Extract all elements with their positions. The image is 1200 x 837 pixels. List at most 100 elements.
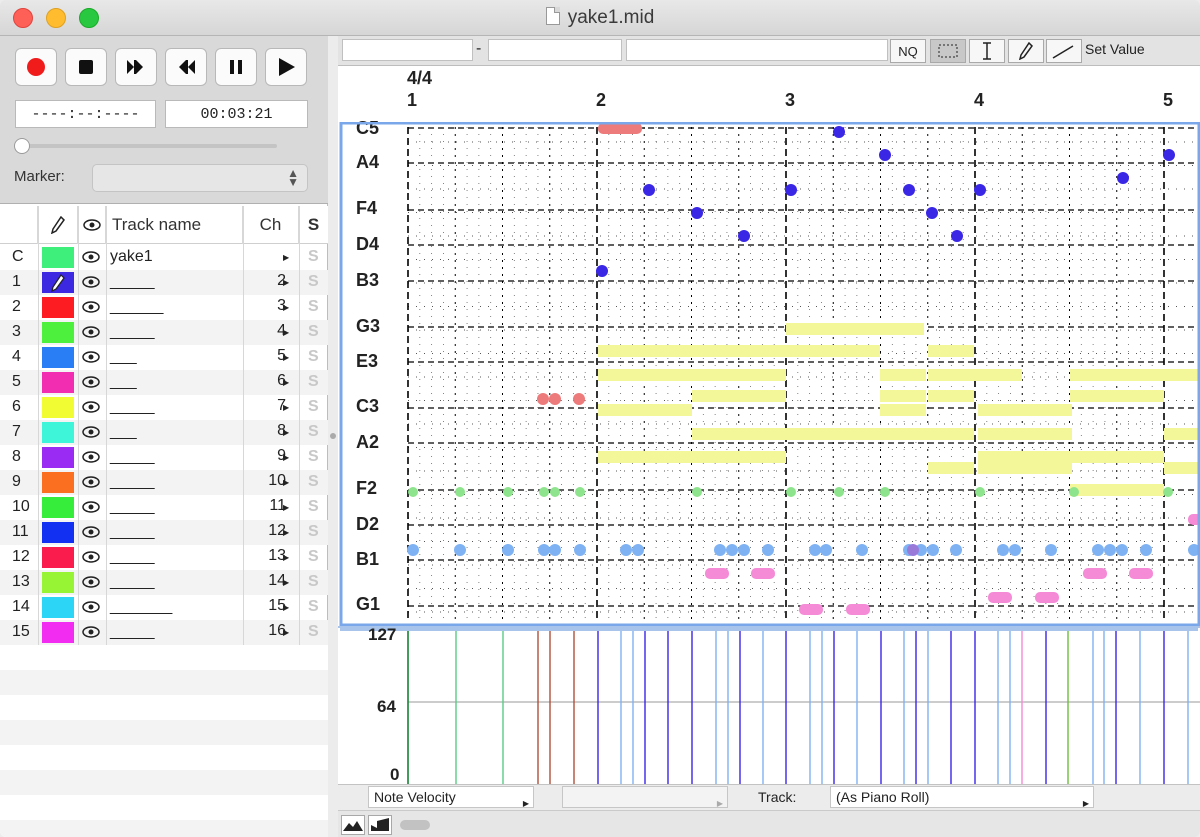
zoom-in-button[interactable] — [341, 815, 365, 835]
note-dot[interactable] — [455, 487, 465, 497]
track-name[interactable]: _____ — [110, 573, 155, 591]
scroll-thumb[interactable] — [400, 820, 430, 830]
note-dot[interactable] — [1045, 544, 1057, 556]
solo-toggle[interactable]: S — [308, 398, 319, 416]
solo-toggle[interactable]: S — [308, 498, 319, 516]
record-button[interactable] — [15, 48, 57, 86]
track-row[interactable]: 11 _____ 12 ▶ S — [0, 520, 328, 545]
track-row[interactable]: 12 _____ 13 ▶ S — [0, 545, 328, 570]
track-name[interactable]: ______ — [110, 298, 163, 316]
solo-toggle[interactable]: S — [308, 573, 319, 591]
ibeam-tool-button[interactable] — [969, 39, 1005, 63]
track-name[interactable]: _____ — [110, 473, 155, 491]
track-channel[interactable]: 15 — [256, 597, 286, 615]
note-dot[interactable] — [408, 487, 418, 497]
note-tool-button[interactable]: NQ — [890, 39, 926, 63]
note-dot[interactable] — [951, 230, 963, 242]
track-channel[interactable]: 3 — [256, 297, 286, 315]
track-name[interactable]: ___ — [110, 423, 137, 441]
note-bar[interactable] — [598, 404, 692, 416]
note-dot[interactable] — [1104, 544, 1116, 556]
note-bar[interactable] — [751, 568, 775, 579]
track-color-swatch[interactable] — [42, 472, 74, 493]
track-row[interactable]: 14 _______ 15 ▶ S — [0, 595, 328, 620]
note-dot[interactable] — [833, 126, 845, 138]
track-row[interactable]: 13 _____ 14 ▶ S — [0, 570, 328, 595]
track-channel[interactable]: 14 — [256, 572, 286, 590]
note-dot[interactable] — [549, 393, 561, 405]
eye-icon[interactable] — [82, 326, 100, 340]
track-color-swatch[interactable] — [42, 397, 74, 418]
note-bar[interactable] — [799, 604, 823, 615]
track-color-swatch[interactable] — [42, 322, 74, 343]
solo-toggle[interactable]: S — [308, 523, 319, 541]
eye-icon[interactable] — [82, 426, 100, 440]
note-dot[interactable] — [550, 487, 560, 497]
eye-icon[interactable] — [82, 576, 100, 590]
track-row[interactable]: 15 _____ 16 ▶ S — [0, 620, 328, 645]
fast-forward-button[interactable] — [115, 48, 157, 86]
note-dot[interactable] — [926, 207, 938, 219]
note-dot[interactable] — [537, 393, 549, 405]
track-channel[interactable]: 8 — [256, 422, 286, 440]
note-dot[interactable] — [714, 544, 726, 556]
play-button[interactable] — [265, 48, 307, 86]
note-dot[interactable] — [538, 544, 550, 556]
note-bar[interactable] — [928, 462, 974, 474]
solo-toggle[interactable]: S — [308, 548, 319, 566]
eye-icon[interactable] — [82, 376, 100, 390]
track-color-swatch[interactable] — [42, 247, 74, 268]
track-name[interactable]: _____ — [110, 523, 155, 541]
note-bar[interactable] — [880, 390, 926, 402]
eye-icon[interactable] — [82, 401, 100, 415]
note-dot[interactable] — [502, 544, 514, 556]
marker-select[interactable]: ▲ ▼ — [92, 164, 308, 192]
velocity-graph[interactable] — [338, 628, 1200, 786]
time-field[interactable]: 00:03:21 — [165, 100, 308, 128]
horizontal-scrollbar[interactable] — [338, 810, 1200, 837]
track-color-swatch[interactable] — [42, 447, 74, 468]
track-channel[interactable]: 2 — [256, 272, 286, 290]
track-row[interactable]: 4 ___ 5 ▶ S — [0, 345, 328, 370]
note-dot[interactable] — [573, 393, 585, 405]
note-dot[interactable] — [539, 487, 549, 497]
note-grid[interactable] — [338, 122, 1200, 626]
note-bar[interactable] — [846, 604, 870, 615]
channel-arrow-icon[interactable]: ▶ — [283, 303, 289, 312]
note-bar[interactable] — [598, 123, 642, 134]
note-dot[interactable] — [785, 184, 797, 196]
solo-toggle[interactable]: S — [308, 423, 319, 441]
note-dot[interactable] — [549, 544, 561, 556]
track-name[interactable]: _____ — [110, 273, 155, 291]
track-color-swatch[interactable] — [42, 372, 74, 393]
channel-arrow-icon[interactable]: ▶ — [283, 378, 289, 387]
range-end-field[interactable] — [488, 39, 622, 61]
channel-arrow-icon[interactable]: ▶ — [283, 603, 289, 612]
channel-arrow-icon[interactable]: ▶ — [283, 553, 289, 562]
track-name[interactable]: _____ — [110, 398, 155, 416]
note-dot[interactable] — [820, 544, 832, 556]
solo-toggle[interactable]: S — [308, 373, 319, 391]
position-slider-knob[interactable] — [14, 138, 30, 154]
header-track-name[interactable]: Track name — [106, 206, 243, 244]
track-color-swatch[interactable] — [42, 622, 74, 643]
track-row[interactable]: 8 _____ 9 ▶ S — [0, 445, 328, 470]
note-dot[interactable] — [927, 544, 939, 556]
note-dot[interactable] — [407, 544, 419, 556]
channel-arrow-icon[interactable]: ▶ — [283, 328, 289, 337]
track-name[interactable]: _____ — [110, 623, 155, 641]
solo-toggle[interactable]: S — [308, 323, 319, 341]
note-bar[interactable] — [1070, 390, 1164, 402]
track-name[interactable]: _______ — [110, 598, 172, 616]
channel-arrow-icon[interactable]: ▶ — [283, 528, 289, 537]
track-name[interactable]: ___ — [110, 373, 137, 391]
channel-arrow-icon[interactable]: ▶ — [283, 278, 289, 287]
note-bar[interactable] — [880, 404, 926, 416]
info-field[interactable] — [626, 39, 888, 61]
note-dot[interactable] — [950, 544, 962, 556]
eye-icon[interactable] — [82, 351, 100, 365]
eye-icon[interactable] — [82, 301, 100, 315]
note-bar[interactable] — [978, 462, 1072, 474]
track-row[interactable]: 5 ___ 6 ▶ S — [0, 370, 328, 395]
marquee-tool-button[interactable] — [930, 39, 966, 63]
